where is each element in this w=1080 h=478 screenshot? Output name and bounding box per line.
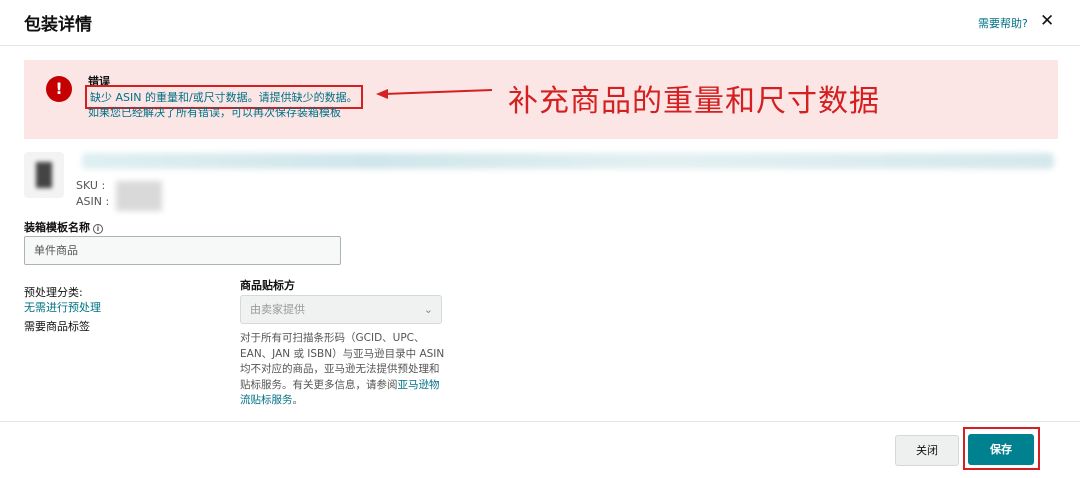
prep-category-label: 预处理分类: bbox=[24, 286, 83, 299]
labeling-owner-label: 商品贴标方 bbox=[240, 279, 295, 292]
asin-label: ASIN : bbox=[76, 195, 110, 208]
annotation-arrow-icon bbox=[376, 89, 493, 99]
info-icon[interactable]: i bbox=[93, 224, 103, 234]
alert-hint-link[interactable]: 如果您已经解决了所有错误，可以再次保存装箱模板 bbox=[88, 104, 341, 120]
annotation-text: 补充商品的重量和尺寸数据 bbox=[508, 84, 880, 119]
sku-label: SKU : bbox=[76, 179, 106, 192]
save-button[interactable]: 保存 bbox=[968, 434, 1034, 465]
product-title-blurred bbox=[82, 153, 1054, 169]
labeling-owner-select[interactable]: 由卖家提供 ⌄ bbox=[240, 295, 442, 324]
modal-header: 包装详情 需要帮助? ✕ bbox=[0, 0, 1080, 46]
help-link[interactable]: 需要帮助? bbox=[978, 15, 1028, 31]
template-name-input[interactable]: 单件商品 bbox=[24, 236, 341, 265]
error-icon: ! bbox=[46, 76, 72, 102]
sku-asin-values-blurred bbox=[116, 181, 162, 211]
product-thumbnail bbox=[24, 152, 64, 198]
labeling-owner-value: 由卖家提供 bbox=[250, 303, 305, 316]
prep-category-link[interactable]: 无需进行预处理 bbox=[24, 299, 101, 315]
needs-label-text: 需要商品标签 bbox=[24, 320, 90, 333]
chevron-down-icon: ⌄ bbox=[423, 303, 433, 316]
page-title: 包装详情 bbox=[24, 15, 92, 35]
labeling-description: 对于所有可扫描条形码（GCID、UPC、EAN、JAN 或 ISBN）与亚马逊目… bbox=[240, 332, 445, 406]
error-alert: ! 错误 缺少 ASIN 的重量和/或尺寸数据。请提供缺少的数据。 如果您已经解… bbox=[24, 60, 1058, 139]
close-button[interactable]: 关闭 bbox=[895, 435, 959, 466]
close-icon[interactable]: ✕ bbox=[1040, 11, 1054, 31]
footer-divider bbox=[0, 421, 1080, 422]
template-name-label: 装箱模板名称 i bbox=[24, 219, 103, 235]
